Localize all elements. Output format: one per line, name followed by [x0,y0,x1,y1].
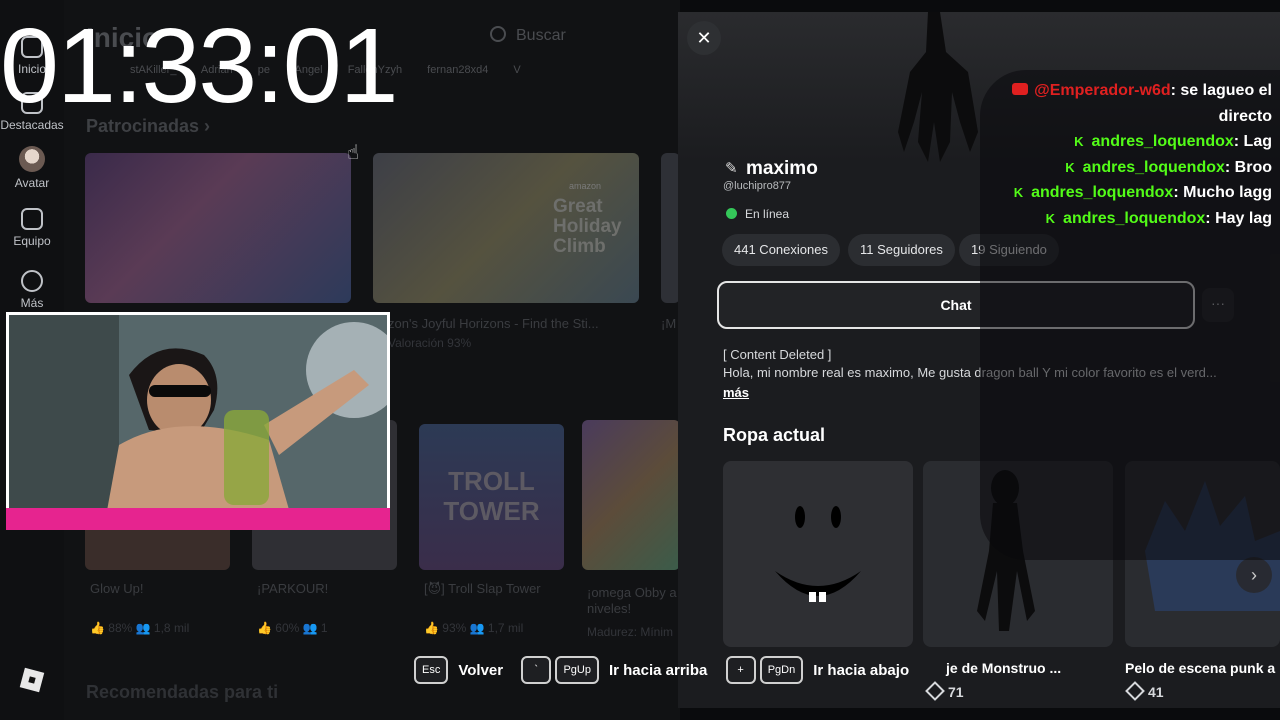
key-backtick: ` [521,656,552,684]
webcam-accent-bar [6,508,390,530]
chat-text: Broo [1234,158,1272,176]
game-tile[interactable] [582,420,680,570]
carousel-next-button[interactable]: › [1236,557,1272,593]
tile-art-text: TROLL TOWER [443,466,540,526]
tile-title: mazon's Joyful Horizons - Find the Sti..… [370,316,599,331]
sidebar-item-label: Equipo [13,234,51,248]
sidebar-item-avatar[interactable]: Avatar [0,146,64,190]
more-icon [21,270,43,292]
sidebar-item-team[interactable]: Equipo [0,208,64,248]
tile-title: ¡M [661,316,677,331]
roblox-logo-icon[interactable] [19,667,45,693]
tile-title: [😈] Troll Slap Tower [424,581,541,596]
sidebar-item-more[interactable]: Más [0,270,64,310]
key-pgdn: PgDn [759,656,804,684]
about-text: [ Content Deleted ] [723,347,832,362]
sponsored-tile[interactable] [85,153,351,303]
webcam-feed [9,315,387,527]
outfit-item-name[interactable]: Pelo de escena punk a [1125,660,1275,676]
close-button[interactable]: ✕ [687,21,721,55]
youtube-icon [1012,83,1029,95]
outfit-item-name[interactable]: je de Monstruo ... [946,660,1061,676]
chat-message: Kandres_loquendox: Hay lag [1002,206,1272,232]
chat-text: Mucho lagg [1183,184,1272,201]
key-plus: + [725,656,756,684]
kick-icon: K [1065,159,1075,175]
chat-username: andres_loquendox [1082,158,1225,176]
tile-meta: 👍 93% 👥 1,7 mil [424,621,524,635]
webcam-overlay [6,312,390,530]
tile-meta: 👍 60% 👥 1 [257,621,328,635]
outfit-item-price: 41 [1125,681,1164,701]
keyboard-hints-bar: Esc Volver ` PgUp Ir hacia arriba + PgDn Ir… [414,656,923,690]
chat-message: @Emperador-w6d: se lagueo el directo [1002,78,1272,129]
online-status: En línea [745,207,790,221]
tile-title: Glow Up! [90,581,144,596]
chat-text: Lag [1243,133,1272,150]
kick-icon: K [1045,210,1056,226]
edit-pencil-icon: ✎ [725,160,738,177]
chat-username: andres_loquendox [1063,209,1206,227]
chevron-right-icon: › [1251,565,1257,585]
amazon-badge: amazon [569,181,602,191]
chat-message: Kandres_loquendox: Mucho lagg [1002,180,1272,206]
friend-name[interactable]: fernan28xd4 [427,64,488,76]
sidebar-item-label: Más [20,296,44,310]
tile-meta: Valoración 93% [388,336,472,350]
close-icon: ✕ [696,27,712,48]
robux-icon [1125,681,1145,701]
chat-username: andres_loquendox [1091,133,1234,150]
search-input[interactable]: Buscar [490,26,566,48]
sidebar-item-label: Avatar [14,176,50,190]
tile-title: ¡PARKOUR! [257,581,329,596]
outfit-item-card[interactable] [723,461,913,647]
stream-chat: @Emperador-w6d: se lagueo el directo Kan… [1002,78,1272,231]
more-link[interactable]: más [723,385,749,400]
chat-message: Kandres_loquendox: Broo [1002,155,1272,181]
chat-username: @Emperador-w6d [1034,82,1171,99]
smile-face-icon [775,506,861,602]
key-pgup: PgUp [555,656,599,684]
game-tile[interactable]: TROLL TOWER [419,424,564,570]
sponsored-tile[interactable]: amazon Great Holiday Climb [373,153,639,303]
tile-meta: Madurez: Mínim [587,625,674,639]
online-status-icon [726,208,737,219]
robux-icon [925,681,945,701]
stat-connections[interactable]: 441 Conexiones [722,234,840,266]
chat-text: se lagueo el directo [1180,82,1272,125]
key-esc: Esc [414,656,449,684]
outfit-item-price: 71 [925,681,964,701]
kick-icon: K [1013,185,1024,200]
chat-username: andres_loquendox [1031,184,1174,201]
username: @luchipro877 [723,180,792,192]
mouse-cursor-icon: ☝ [347,142,360,164]
screen: Inicio Destacadas Avatar Equipo Más Inic… [0,0,1280,720]
section-recommended-title[interactable]: Recomendadas para ti [86,682,278,703]
search-icon [490,26,506,42]
kick-icon: K [1074,134,1084,149]
chat-text: Hay lag [1215,209,1272,227]
chat-message: Kandres_loquendox: Lag [1002,129,1272,155]
stream-timer: 01:33:01 [0,7,399,125]
avatar-icon [19,146,45,172]
hint-scroll-down-label[interactable]: Ir hacia abajo [813,662,909,679]
friend-name[interactable]: V [513,64,520,76]
hint-scroll-up-label[interactable]: Ir hacia arriba [609,662,707,679]
display-name: maximo [746,158,818,179]
team-icon [21,208,43,230]
outfit-section-title: Ropa actual [723,425,826,445]
stat-followers[interactable]: 11 Seguidores [848,234,955,266]
tile-art-text: Great Holiday Climb [553,196,622,257]
search-placeholder: Buscar [516,27,566,44]
hint-back-label[interactable]: Volver [458,662,503,679]
tile-meta: 👍 88% 👥 1,8 mil [90,621,190,635]
tile-title: ¡omega Obby a niveles! [587,585,677,616]
